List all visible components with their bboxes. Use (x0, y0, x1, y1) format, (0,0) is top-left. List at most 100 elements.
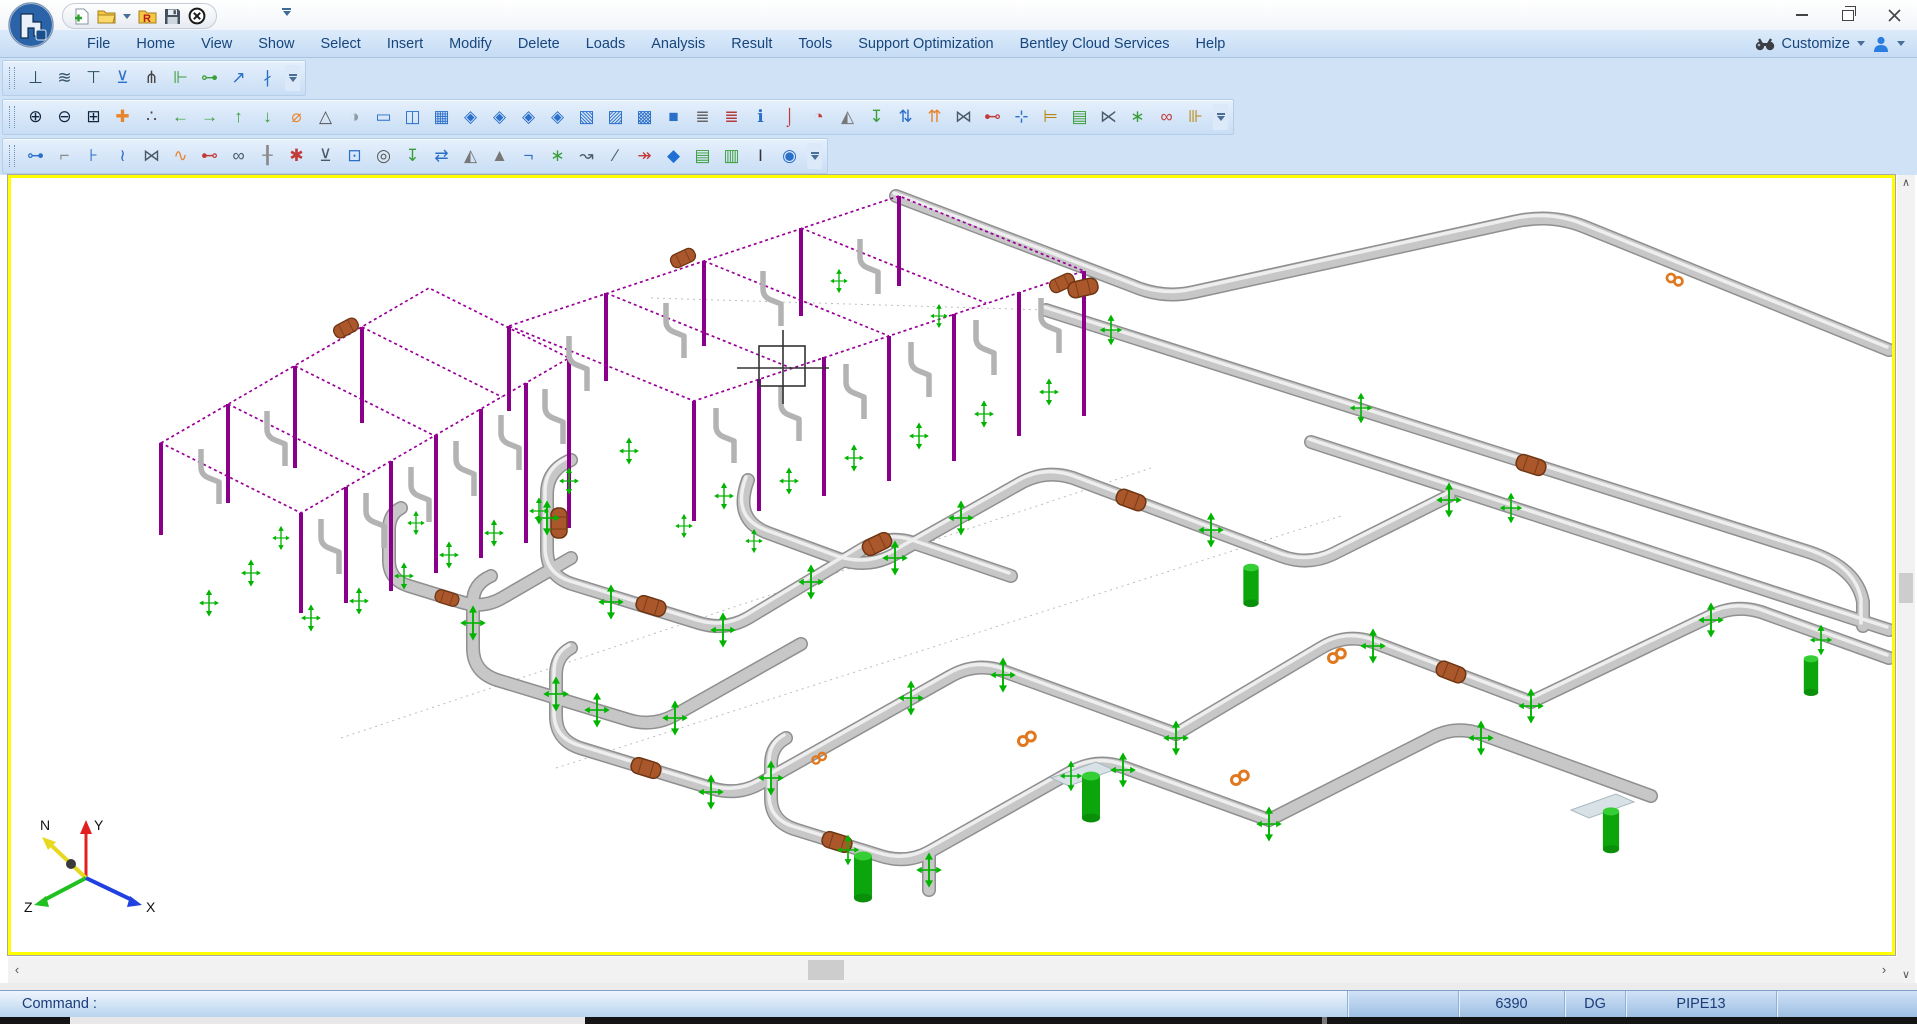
menu-select[interactable]: Select (308, 36, 374, 52)
plant-data-icon[interactable]: ∗ (1123, 104, 1152, 130)
component-info-icon[interactable]: ▤ (1065, 104, 1094, 130)
anchor-support-icon[interactable]: ⊥ (21, 65, 50, 91)
insert-run-icon[interactable]: ↧ (398, 143, 427, 169)
cut-pipe-icon[interactable]: ∕ (601, 143, 630, 169)
command-prompt[interactable]: Command : (0, 996, 1347, 1012)
vertical-scrollbar[interactable]: ∧ ∨ (1897, 175, 1915, 983)
bend-component-icon[interactable]: ⌐ (50, 143, 79, 169)
view-left-icon[interactable]: ← (166, 104, 195, 130)
save-icon[interactable] (164, 8, 181, 25)
model-info-icon[interactable]: ℹ (746, 104, 775, 130)
viewport-split-icon[interactable]: ◫ (398, 104, 427, 130)
horizontal-scrollbar[interactable]: ‹ › (8, 957, 1897, 983)
qat-customize-caret[interactable] (282, 8, 291, 16)
scroll-down-arrow[interactable]: ∨ (1897, 967, 1915, 983)
scroll-right-arrow[interactable]: › (1875, 957, 1893, 983)
vertical-scroll-thumb[interactable] (1899, 573, 1913, 603)
weight-loads-icon[interactable]: ◭ (833, 104, 862, 130)
close-button[interactable] (1871, 0, 1917, 30)
menu-view[interactable]: View (188, 36, 245, 52)
horizontal-scroll-thumb[interactable] (808, 960, 844, 980)
cube-view-iso-icon[interactable]: ■ (659, 104, 688, 130)
customize-caret[interactable] (1857, 41, 1865, 46)
scroll-left-arrow[interactable]: ‹ (8, 957, 26, 983)
flange-tool-icon[interactable]: ⊷ (978, 104, 1007, 130)
restore-button[interactable] (1825, 0, 1871, 30)
snubber-support-icon[interactable]: ⋔ (137, 65, 166, 91)
recent-files-icon[interactable]: R (138, 8, 157, 24)
insert-load-icon[interactable]: ↧ (862, 104, 891, 130)
cube-view-front-icon[interactable]: ▨ (601, 104, 630, 130)
iso-view-sw-icon[interactable]: ◈ (543, 104, 572, 130)
autopipe-app-icon[interactable] (8, 2, 54, 48)
hanger-node-icon[interactable]: ⊦ (79, 143, 108, 169)
customize-button[interactable]: Customize (1782, 36, 1851, 52)
pressure-loads-icon[interactable]: ◔ (804, 104, 833, 130)
user-account-caret[interactable] (1897, 41, 1905, 46)
result-grid-alt-icon[interactable]: ▥ (717, 143, 746, 169)
nozzle-icon[interactable]: ✱ (282, 143, 311, 169)
spring-support-icon[interactable]: ≋ (50, 65, 79, 91)
search-binoculars-icon[interactable] (1755, 36, 1775, 51)
damper-support-icon[interactable]: ∤ (253, 65, 282, 91)
menu-bentley-cloud-services[interactable]: Bentley Cloud Services (1007, 36, 1183, 52)
view-down-icon[interactable]: ↓ (253, 104, 282, 130)
elbow-alt-icon[interactable]: ¬ (514, 143, 543, 169)
menu-insert[interactable]: Insert (374, 36, 436, 52)
toolbar-overflow-button[interactable] (1213, 104, 1228, 130)
menu-help[interactable]: Help (1183, 36, 1239, 52)
menu-result[interactable]: Result (718, 36, 785, 52)
flexible-joint-icon[interactable]: ∿ (166, 143, 195, 169)
close-model-icon[interactable] (188, 7, 206, 25)
reverse-direction-icon[interactable]: ⇄ (427, 143, 456, 169)
rotate-view-icon[interactable]: ⌀ (282, 104, 311, 130)
hydro-test-icon[interactable]: ◆ (659, 143, 688, 169)
flange-pair-icon[interactable]: ⊷ (195, 143, 224, 169)
zoom-extents-icon[interactable]: ∴ (137, 104, 166, 130)
linked-chain-icon[interactable]: ∞ (1152, 104, 1181, 130)
modify-load-icon[interactable]: ⇅ (891, 104, 920, 130)
pan-icon[interactable]: ✚ (108, 104, 137, 130)
frame-node-icon[interactable]: ⊡ (340, 143, 369, 169)
view-up-icon[interactable]: ↑ (224, 104, 253, 130)
model-canvas[interactable]: N Y Z X (11, 178, 1892, 952)
weight-case-alt-icon[interactable]: ▲ (485, 143, 514, 169)
plant-item-icon[interactable]: ∗ (543, 143, 572, 169)
toolbar-overflow-button[interactable] (285, 65, 300, 91)
reset-display-icon[interactable]: ≣ (717, 104, 746, 130)
rigid-support-icon[interactable]: ⊤ (79, 65, 108, 91)
reducer-tool-icon[interactable]: ⋉ (1094, 104, 1123, 130)
toolbar-overflow-button[interactable] (807, 143, 822, 169)
menu-file[interactable]: File (74, 36, 123, 52)
distance-tool-icon[interactable]: ⊪ (1181, 104, 1210, 130)
double-bend-icon[interactable]: ≀ (108, 143, 137, 169)
menu-show[interactable]: Show (245, 36, 307, 52)
new-file-icon[interactable] (73, 8, 90, 25)
measure-tool-icon[interactable]: ⊨ (1036, 104, 1065, 130)
menu-modify[interactable]: Modify (436, 36, 505, 52)
user-account-icon[interactable] (1872, 35, 1890, 53)
zoom-out-icon[interactable]: ⊖ (50, 104, 79, 130)
viewport-quad-icon[interactable]: ▦ (427, 104, 456, 130)
menu-tools[interactable]: Tools (785, 36, 845, 52)
viewport-single-icon[interactable]: ▭ (369, 104, 398, 130)
stretch-pipe-icon[interactable]: ↝ (572, 143, 601, 169)
temperature-loads-icon[interactable]: ⌡ (775, 104, 804, 130)
node-tool-icon[interactable]: ⊹ (1007, 104, 1036, 130)
menu-support-optimization[interactable]: Support Optimization (845, 36, 1006, 52)
perspective-cone-icon[interactable]: △ (311, 104, 340, 130)
iso-view-ne-icon[interactable]: ◈ (456, 104, 485, 130)
result-grid-icon[interactable]: ▤ (688, 143, 717, 169)
view-right-icon[interactable]: → (195, 104, 224, 130)
jump-node-icon[interactable]: ↠ (630, 143, 659, 169)
cube-view-top-icon[interactable]: ▧ (572, 104, 601, 130)
open-file-icon[interactable] (97, 8, 116, 24)
scroll-up-arrow[interactable]: ∧ (1897, 175, 1915, 191)
weld-point-icon[interactable]: ⊶ (21, 143, 50, 169)
vstop-insert-icon[interactable]: ⊻ (311, 143, 340, 169)
menu-delete[interactable]: Delete (505, 36, 573, 52)
valve-component-icon[interactable]: ⋈ (137, 143, 166, 169)
solid-render-icon[interactable]: ◑ (340, 104, 369, 130)
toolbar-drag-handle[interactable] (9, 67, 15, 89)
weld-pair-icon[interactable]: ∞ (224, 143, 253, 169)
